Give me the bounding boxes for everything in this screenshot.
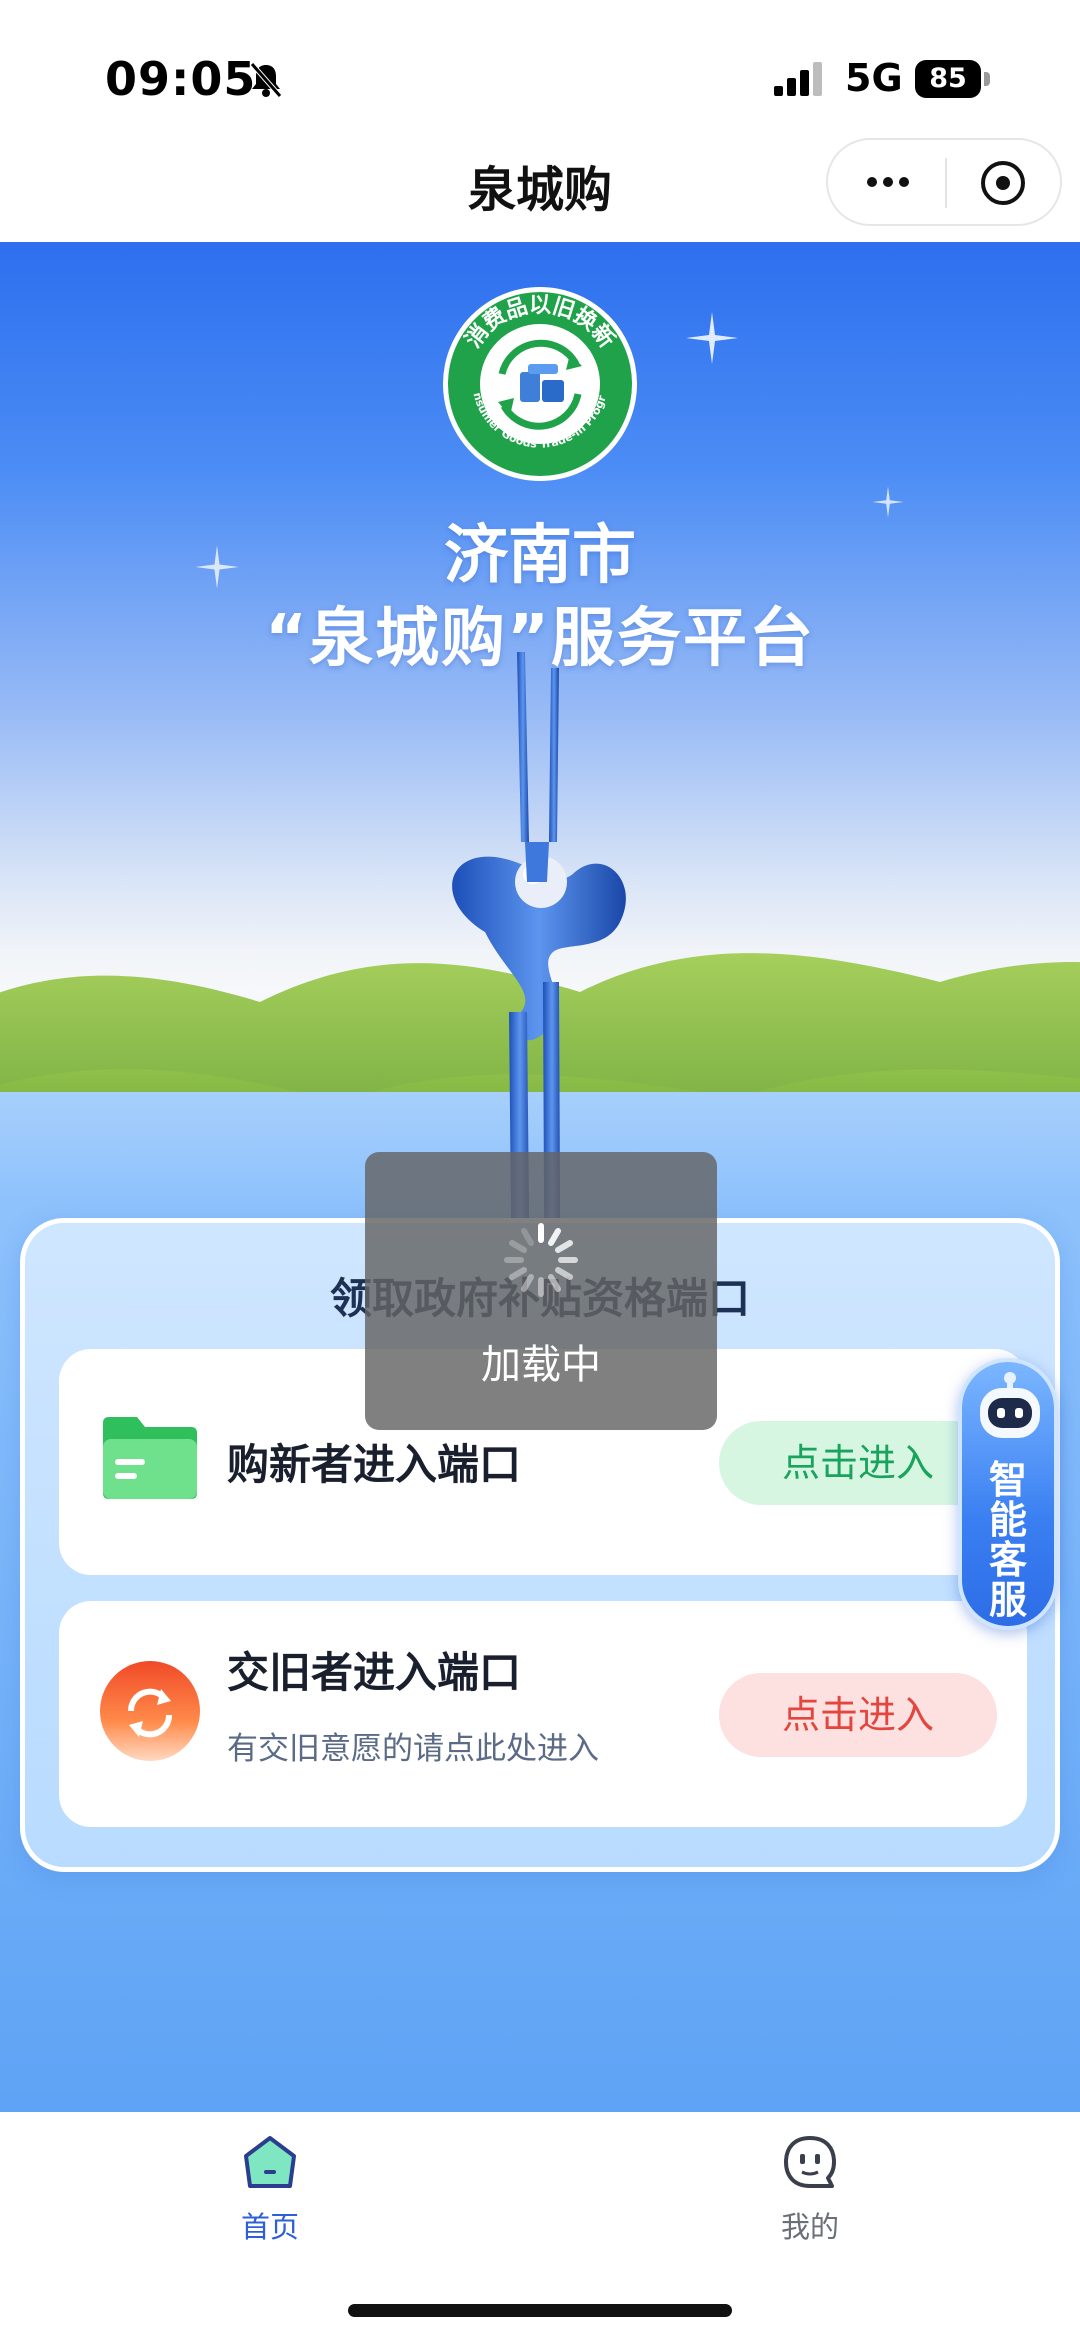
home-indicator xyxy=(348,2304,732,2317)
seller-portal-subtitle: 有交旧意愿的请点此处进入 xyxy=(227,1731,599,1767)
tab-mine[interactable]: 我的 xyxy=(730,2132,890,2252)
battery-nub xyxy=(984,72,990,86)
signal-icon xyxy=(774,62,822,96)
network-label: 5G xyxy=(845,56,903,100)
seller-portal-title: 交旧者进入端口 xyxy=(227,1648,522,1697)
assistant-label: 智能客服 xyxy=(962,1460,1054,1620)
bell-muted-icon xyxy=(250,62,282,98)
loading-text: 加载中 xyxy=(481,1342,601,1388)
folder-icon xyxy=(103,1417,197,1499)
chat-face-icon xyxy=(784,2136,836,2188)
loading-spinner-icon xyxy=(504,1223,578,1297)
robot-icon xyxy=(980,1372,1040,1438)
tab-mine-label: 我的 xyxy=(780,2210,839,2244)
loading-toast: 加载中 xyxy=(365,1152,717,1430)
hero-title-city: 济南市 xyxy=(444,519,636,593)
smart-customer-service-button[interactable]: 智能客服 xyxy=(958,1358,1058,1630)
capsule-divider xyxy=(945,158,947,208)
more-dots-icon[interactable] xyxy=(858,160,918,204)
close-circle-icon[interactable] xyxy=(978,158,1028,208)
battery-icon: 85 xyxy=(915,60,981,98)
buyer-portal-title: 购新者进入端口 xyxy=(227,1440,522,1489)
sparkle-icon xyxy=(686,312,738,364)
recycle-icon xyxy=(100,1661,200,1761)
battery-level: 85 xyxy=(929,63,967,94)
buyer-enter-button[interactable]: 点击进入 xyxy=(719,1421,997,1505)
seller-portal-card[interactable]: 交旧者进入端口 有交旧意愿的请点此处进入 点击进入 xyxy=(59,1601,1027,1827)
seller-enter-button[interactable]: 点击进入 xyxy=(719,1673,997,1757)
status-bar: 09:05 5G 85 xyxy=(0,0,1080,140)
status-time: 09:05 xyxy=(105,52,257,106)
tab-home-label: 首页 xyxy=(240,2210,299,2244)
assistant-label-text: 智能客服 xyxy=(988,1458,1027,1622)
trade-in-program-badge: 消费品以旧换新 Consumer Goods Trade-in Program xyxy=(440,284,637,481)
home-icon xyxy=(244,2136,296,2188)
mini-program-capsule xyxy=(826,138,1062,226)
tab-home[interactable]: 首页 xyxy=(190,2132,350,2252)
